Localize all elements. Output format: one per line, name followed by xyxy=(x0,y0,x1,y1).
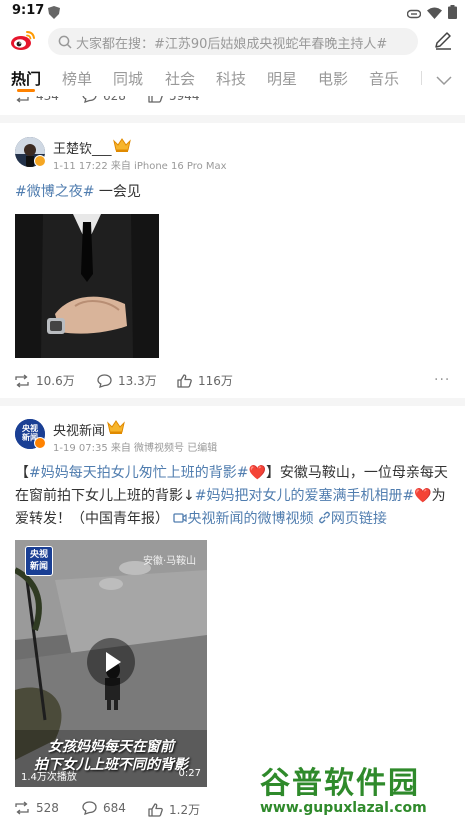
hashtag-link[interactable]: #妈妈把对女儿的爱塞满手机相册# xyxy=(195,488,414,504)
wifi-icon xyxy=(427,4,442,23)
top-bar: 大家都在搜：#江苏90后姑娘成央视蛇年春晚主持人# xyxy=(0,22,465,60)
comment-count: 628 xyxy=(103,96,126,103)
crown-badge-icon xyxy=(107,419,125,439)
feed[interactable]: 434 628 5944 王楚钦___ 1-11 17:22 来自 iPhone… xyxy=(0,96,465,828)
web-link-label: 网页链接 xyxy=(330,511,387,527)
comment-count: 13.3万 xyxy=(118,374,157,388)
tab-local[interactable]: 同城 xyxy=(113,68,143,89)
video-link[interactable]: 央视新闻的微博视频 xyxy=(173,511,313,527)
verified-badge-icon xyxy=(34,155,46,167)
post-body-text: 【 xyxy=(15,465,29,481)
like-count: 5944 xyxy=(169,96,200,103)
comment-button[interactable]: 684 xyxy=(82,801,126,815)
post-divider xyxy=(0,115,465,123)
video-logo-text: 新闻 xyxy=(29,562,48,572)
search-icon xyxy=(58,34,72,53)
post-body-text: 一会见 xyxy=(94,184,141,200)
watermark-url: www.gupuxlazal.com xyxy=(260,800,427,816)
crown-badge-icon xyxy=(113,137,131,157)
watermark-title: 谷普软件园 xyxy=(260,766,420,801)
heart-emoji: ❤️ xyxy=(414,488,432,504)
repost-count: 434 xyxy=(36,96,59,103)
video-location: 安徽·马鞍山 xyxy=(143,556,197,567)
video-link-label: 央视新闻的微博视频 xyxy=(187,511,314,527)
post-actions: 10.6万 13.3万 116万 ··· xyxy=(0,372,465,392)
post-text: #微博之夜# 一会见 xyxy=(15,181,445,204)
video-views: 1.4万次播放 xyxy=(21,772,77,783)
repost-button[interactable]: 10.6万 xyxy=(14,372,75,389)
tab-hot[interactable]: 热门 xyxy=(11,68,41,89)
video-duration: 0:27 xyxy=(178,768,201,779)
more-options-icon[interactable]: ··· xyxy=(434,372,450,388)
avatar-text: 央视 xyxy=(22,424,38,433)
post-divider xyxy=(0,398,465,406)
video-player[interactable]: 央视 新闻 安徽·马鞍山 女孩妈妈每天在窗前 拍下女儿上班不同的背影 1.4万次… xyxy=(15,540,207,787)
channel-tabs: 热门 榜单 同城 社会 科技 明星 电影 音乐 xyxy=(0,60,465,96)
search-placeholder: 大家都在搜：#江苏90后姑娘成央视蛇年春晚主持人# xyxy=(76,37,388,52)
hashtag-link[interactable]: #妈妈每天拍女儿匆忙上班的背影# xyxy=(29,465,248,481)
video-icon xyxy=(173,513,188,523)
link-icon xyxy=(319,511,330,524)
post-image[interactable] xyxy=(15,214,159,358)
tab-music[interactable]: 音乐 xyxy=(369,68,399,89)
tab-ranking[interactable]: 榜单 xyxy=(62,68,92,89)
video-caption-line: 女孩妈妈每天在窗前 xyxy=(48,739,174,755)
compose-icon[interactable] xyxy=(433,30,453,54)
play-icon[interactable] xyxy=(87,638,135,686)
repost-button[interactable]: 528 xyxy=(14,801,59,815)
tab-stars[interactable]: 明星 xyxy=(267,68,297,89)
tab-divider xyxy=(421,71,422,85)
comment-button[interactable]: 13.3万 xyxy=(97,372,157,389)
video-logo-text: 央视 xyxy=(29,550,48,560)
video-logo: 央视 新闻 xyxy=(25,546,53,576)
tab-tech[interactable]: 科技 xyxy=(216,68,246,89)
tab-movies[interactable]: 电影 xyxy=(318,68,348,89)
link-icon xyxy=(406,4,422,23)
like-button[interactable]: 1.2万 xyxy=(148,801,200,818)
repost-count: 10.6万 xyxy=(36,374,75,388)
weibo-logo-icon[interactable] xyxy=(10,29,36,55)
shield-icon xyxy=(48,4,60,23)
verified-badge-icon xyxy=(34,437,46,449)
post-meta: 1-11 17:22 来自 iPhone 16 Pro Max xyxy=(53,161,227,172)
web-link[interactable]: 网页链接 xyxy=(318,511,387,527)
like-count: 116万 xyxy=(198,374,233,388)
like-button[interactable]: 116万 xyxy=(177,372,233,389)
chevron-down-icon[interactable] xyxy=(436,71,452,90)
battery-icon xyxy=(448,4,457,23)
hashtag-link[interactable]: #微博之夜# xyxy=(15,184,94,200)
status-time: 9:17 xyxy=(12,3,45,18)
post-meta: 1-19 07:35 来自 微博视频号 已编辑 xyxy=(53,443,218,454)
active-tab-indicator xyxy=(17,89,35,92)
status-bar: 9:17 xyxy=(0,0,465,22)
prev-post-actions: 434 628 5944 xyxy=(0,96,465,109)
comment-count: 684 xyxy=(103,801,126,815)
like-button[interactable]: 5944 xyxy=(148,96,200,103)
post-username[interactable]: 王楚钦___ xyxy=(53,138,112,157)
repost-button[interactable]: 434 xyxy=(14,96,59,103)
comment-button[interactable]: 628 xyxy=(82,96,126,103)
search-bar[interactable]: 大家都在搜：#江苏90后姑娘成央视蛇年春晚主持人# xyxy=(48,28,418,55)
like-count: 1.2万 xyxy=(169,803,201,817)
post-text: 【#妈妈每天拍女儿匆忙上班的背影#❤️】安徽马鞍山，一位母亲每天在窗前拍下女儿上… xyxy=(15,462,451,531)
post-username[interactable]: 央视新闻 xyxy=(53,420,105,439)
heart-emoji: ❤️ xyxy=(248,465,266,481)
repost-count: 528 xyxy=(36,801,59,815)
tab-society[interactable]: 社会 xyxy=(165,68,195,89)
site-watermark: 谷普软件园 www.gupuxlazal.com xyxy=(254,754,461,824)
